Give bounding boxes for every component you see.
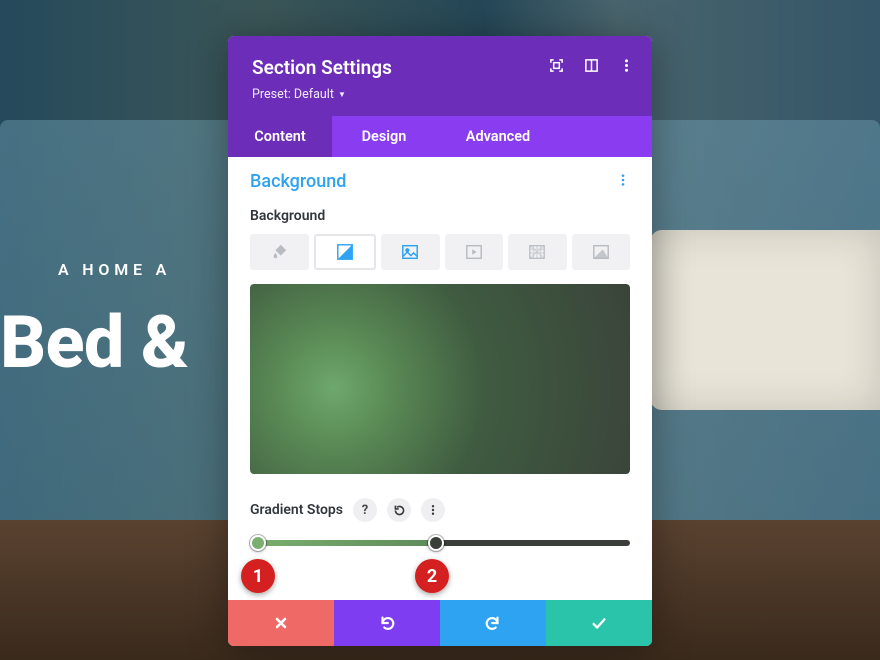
redo-button[interactable] <box>440 600 546 646</box>
panel-header-actions <box>549 58 634 73</box>
hero-subhead: A HOME A <box>0 260 188 279</box>
preset-label: Preset: Default <box>252 87 334 102</box>
gradient-stops-slider[interactable] <box>250 534 630 552</box>
save-button[interactable] <box>546 600 652 646</box>
tab-design[interactable]: Design <box>332 116 436 157</box>
gradient-stops-label: Gradient Stops <box>250 502 343 518</box>
expand-icon[interactable] <box>549 58 564 73</box>
section-heading-background[interactable]: Background <box>250 171 346 192</box>
panel-header: Section Settings Preset: Default ▼ <box>228 36 652 116</box>
section-kebab-icon[interactable] <box>616 172 630 191</box>
reset-button[interactable] <box>387 498 411 522</box>
bg-tab-fill[interactable] <box>250 234 309 270</box>
tab-advanced[interactable]: Advanced <box>436 116 560 157</box>
annotation-2: 2 <box>415 559 449 593</box>
background-type-tabs <box>250 234 630 270</box>
gradient-stop-0[interactable] <box>250 535 266 551</box>
gradient-stops-menu[interactable] <box>421 498 445 522</box>
annotation-1: 1 <box>241 559 275 593</box>
gradient-preview[interactable] <box>250 284 630 474</box>
panel-footer <box>228 600 652 646</box>
snap-icon[interactable] <box>584 58 599 73</box>
undo-button[interactable] <box>334 600 440 646</box>
bg-tab-image[interactable] <box>381 234 440 270</box>
blanket-graphic <box>650 230 880 410</box>
close-button[interactable] <box>228 600 334 646</box>
chevron-down-icon: ▼ <box>338 90 346 99</box>
panel-tabs: Content Design Advanced <box>228 116 652 157</box>
gradient-stop-1[interactable] <box>428 535 444 551</box>
help-button[interactable]: ? <box>353 498 377 522</box>
bg-tab-video[interactable] <box>445 234 504 270</box>
kebab-menu-icon[interactable] <box>619 58 634 73</box>
bg-tab-mask[interactable] <box>572 234 631 270</box>
preset-dropdown[interactable]: Preset: Default ▼ <box>252 87 346 102</box>
hero-title: Bed & <box>0 307 188 379</box>
section-settings-panel: Section Settings Preset: Default ▼ Conte… <box>228 36 652 646</box>
panel-body: Background Background <box>228 157 652 600</box>
tab-content[interactable]: Content <box>228 116 332 157</box>
bg-tab-gradient[interactable] <box>314 234 377 270</box>
background-label: Background <box>250 208 630 224</box>
bg-tab-pattern[interactable] <box>508 234 567 270</box>
hero-text-block: A HOME A Bed & <box>0 260 188 379</box>
